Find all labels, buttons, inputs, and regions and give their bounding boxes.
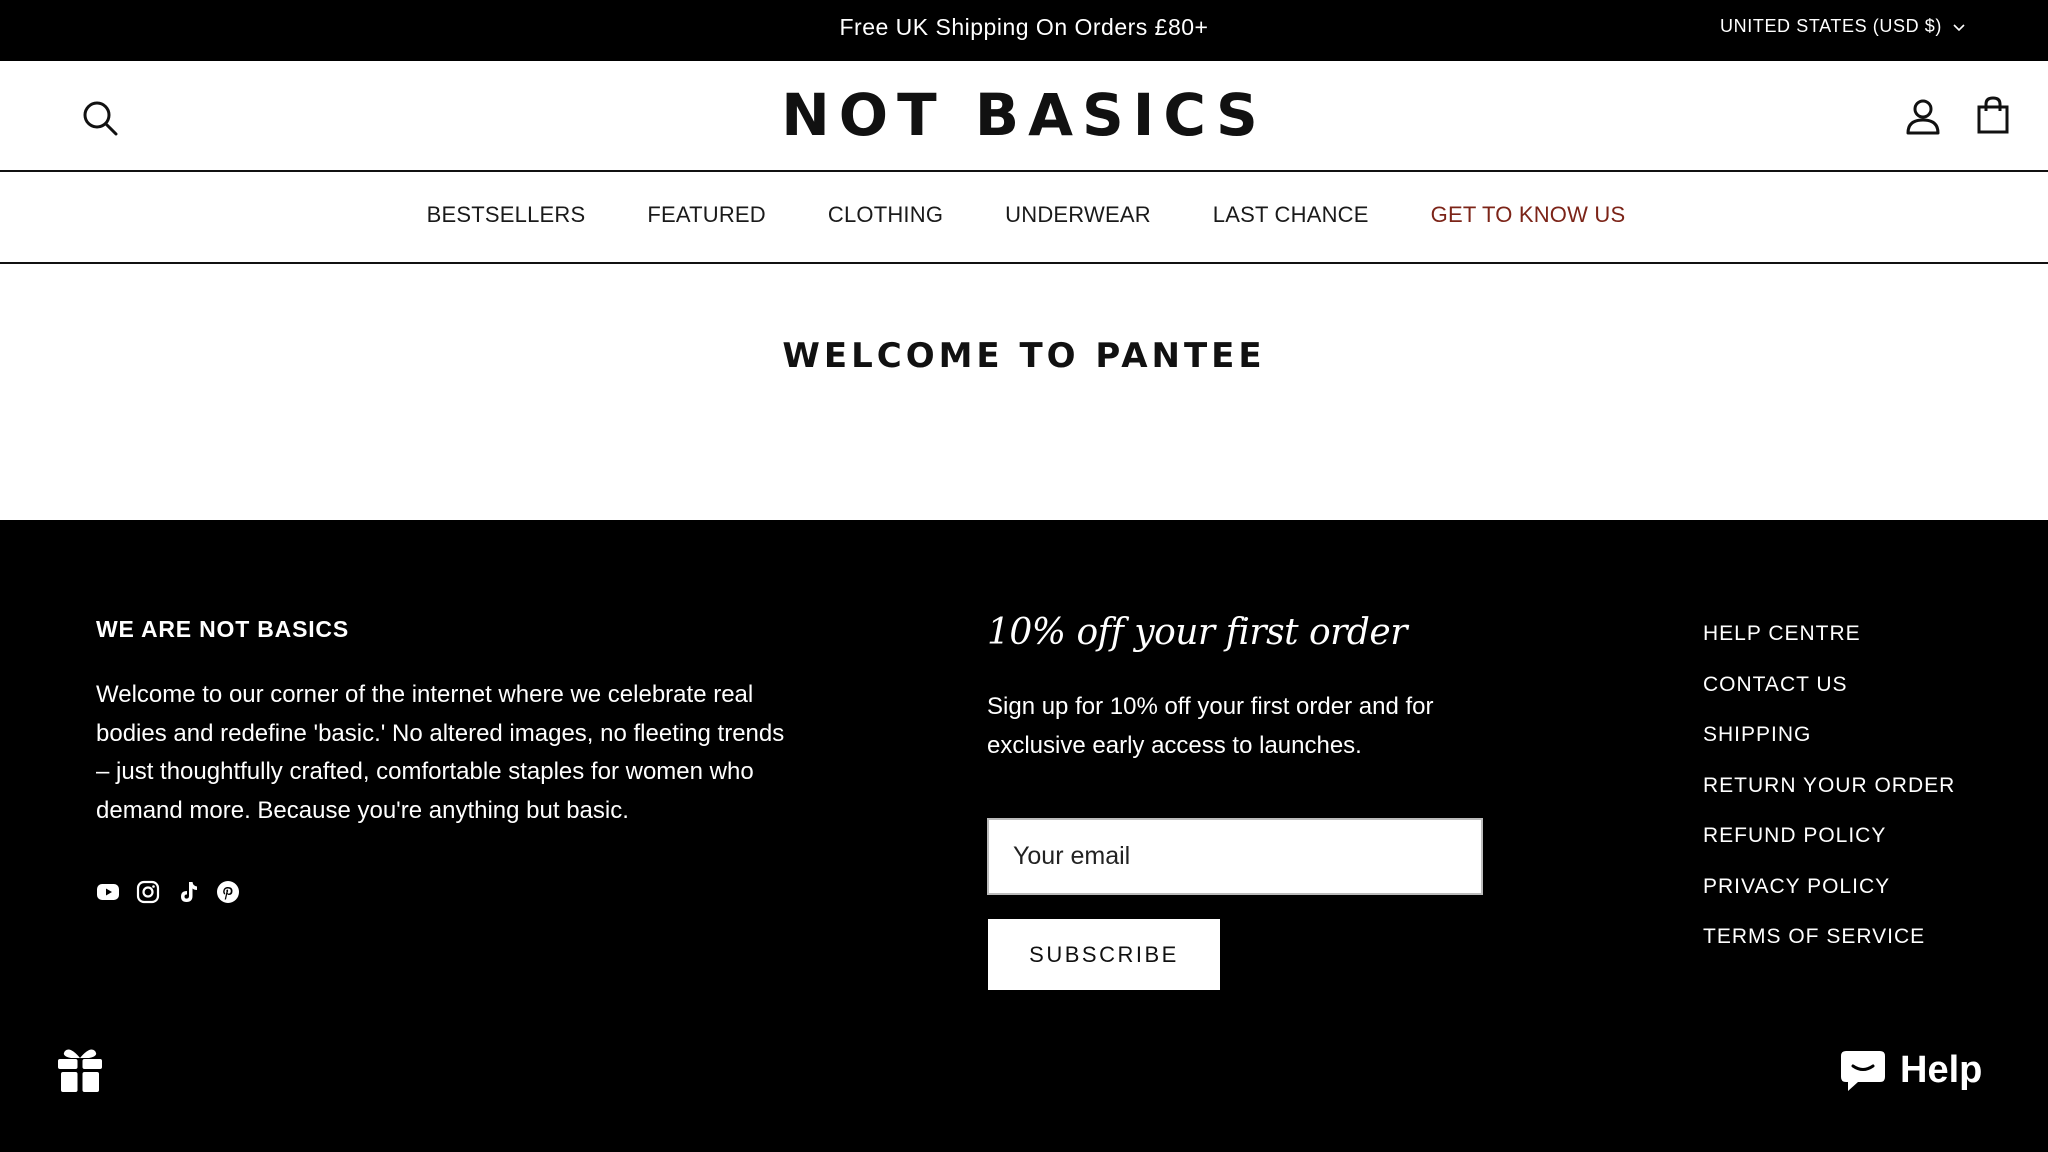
nav-item-clothing[interactable]: CLOTHING (828, 202, 943, 228)
rewards-button[interactable] (56, 1044, 104, 1094)
help-label: Help (1900, 1048, 1983, 1091)
main-navigation: BESTSELLERS FEATURED CLOTHING UNDERWEAR … (0, 172, 2048, 264)
site-header: NOT BASICS (0, 61, 2048, 172)
account-button[interactable] (1902, 95, 1944, 137)
email-input[interactable] (987, 818, 1483, 895)
instagram-link[interactable] (136, 880, 160, 904)
youtube-link[interactable] (96, 880, 120, 904)
cart-button[interactable] (1972, 94, 2014, 136)
pinterest-link[interactable] (216, 880, 240, 904)
footer-links: HELP CENTRE CONTACT US SHIPPING RETURN Y… (1703, 622, 1955, 976)
nav-item-get-to-know-us[interactable]: GET TO KNOW US (1431, 202, 1626, 228)
footer-link-help-centre[interactable]: HELP CENTRE (1703, 622, 1955, 673)
footer-link-refund-policy[interactable]: REFUND POLICY (1703, 824, 1955, 875)
newsletter-text: Sign up for 10% off your first order and… (987, 693, 1434, 759)
nav-item-underwear[interactable]: UNDERWEAR (1005, 202, 1151, 228)
help-chat-button[interactable]: Help (1838, 1040, 1982, 1100)
tiktok-link[interactable] (176, 880, 200, 904)
chevron-down-icon (1953, 23, 1965, 31)
about-text: Welcome to our corner of the internet wh… (96, 681, 785, 824)
social-links (96, 880, 240, 904)
nav-item-last-chance[interactable]: LAST CHANCE (1213, 202, 1369, 228)
youtube-icon (97, 884, 119, 900)
footer-link-terms[interactable]: TERMS OF SERVICE (1703, 925, 1955, 976)
site-footer: WE ARE NOT BASICS Welcome to our corner … (0, 520, 2048, 1152)
chat-icon (1841, 1051, 1885, 1091)
site-logo[interactable]: NOT BASICS (0, 81, 2048, 149)
nav-item-featured[interactable]: FEATURED (647, 202, 766, 228)
footer-link-return-order[interactable]: RETURN YOUR ORDER (1703, 774, 1955, 825)
footer-link-shipping[interactable]: SHIPPING (1703, 723, 1955, 774)
gift-icon (58, 1049, 102, 1092)
nav-item-bestsellers[interactable]: BESTSELLERS (427, 202, 586, 228)
currency-label: UNITED STATES (USD $) (1720, 16, 1942, 36)
tiktok-icon (181, 882, 197, 902)
announcement-bar: Free UK Shipping On Orders £80+ UNITED S… (0, 0, 2048, 61)
currency-selector[interactable]: UNITED STATES (USD $) (1720, 16, 1966, 37)
pinterest-icon (217, 881, 239, 903)
footer-link-contact-us[interactable]: CONTACT US (1703, 673, 1955, 724)
shopping-bag-icon (1977, 96, 2009, 134)
newsletter-heading: 10% off your first order (987, 612, 1407, 653)
about-heading: WE ARE NOT BASICS (96, 616, 349, 642)
account-icon (1906, 99, 1940, 135)
instagram-icon (136, 880, 160, 904)
footer-link-privacy-policy[interactable]: PRIVACY POLICY (1703, 875, 1955, 926)
subscribe-button[interactable]: SUBSCRIBE (988, 919, 1220, 990)
page-title: WELCOME TO PANTEE (782, 336, 1266, 376)
